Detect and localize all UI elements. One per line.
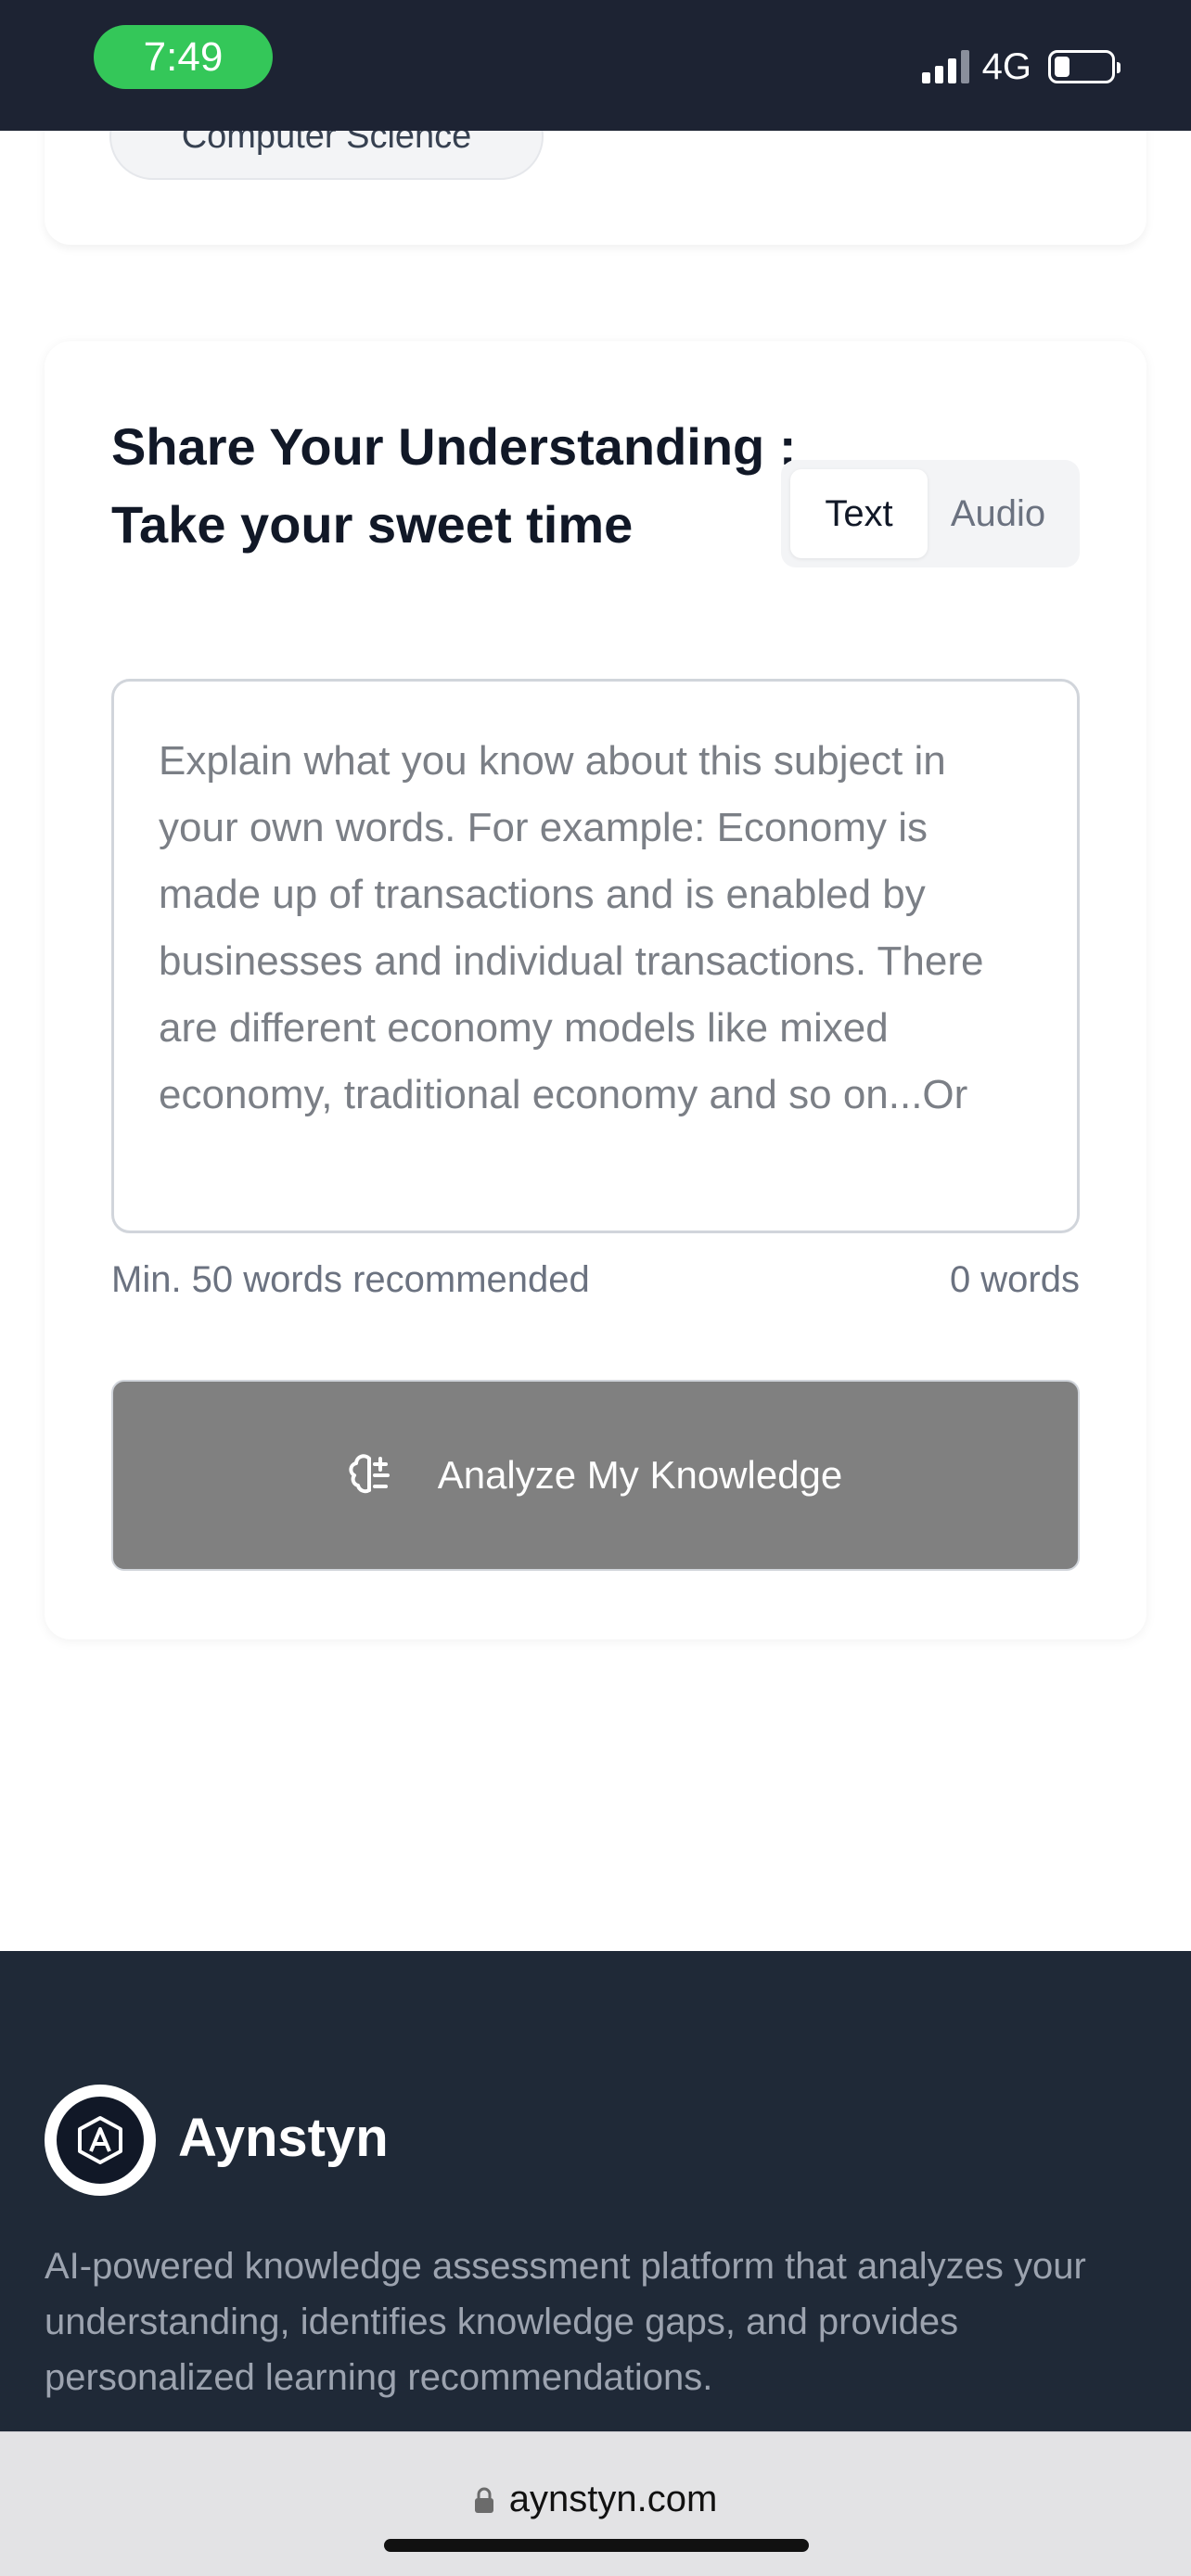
status-icons-overlay: 4G [921,43,1121,91]
url-display[interactable]: aynstyn.com [0,2479,1191,2520]
lock-icon [474,2486,494,2514]
browser-address-bar[interactable]: aynstyn.com [0,2431,1191,2576]
tab-audio[interactable]: Audio [928,469,1069,558]
aynstyn-logo-icon[interactable] [45,2085,156,2196]
status-time-pill[interactable]: 7:49 [94,25,273,89]
site-footer: Aynstyn AI-powered knowledge assessment … [0,1951,1191,2433]
tab-text[interactable]: Text [790,469,928,558]
cellular-signal-icon [921,50,969,83]
analyze-button-label: Analyze My Knowledge [437,1453,843,1497]
understanding-input[interactable] [111,679,1080,1233]
brain-icon [349,1451,393,1499]
home-indicator[interactable] [384,2539,809,2552]
word-count: 0 words [949,1259,1080,1300]
analyze-knowledge-button[interactable]: Analyze My Knowledge [111,1380,1080,1571]
brand-name[interactable]: Aynstyn [178,2107,389,2169]
card-title: Share Your Understanding : Take your swe… [111,417,797,554]
min-words-hint: Min. 50 words recommended [111,1259,590,1300]
brand-description: AI-powered knowledge assessment platform… [45,2246,1086,2398]
status-bar-overlay: 7:49 4G [0,0,1191,131]
understanding-card: Share Your Understanding : Take your swe… [45,341,1146,1639]
network-type: 4G [981,45,1031,87]
battery-icon [1048,50,1121,83]
word-count-row: Min. 50 words recommended 0 words [111,1259,1080,1301]
input-mode-toggle: Text Audio [781,460,1080,567]
url-text: aynstyn.com [508,2479,718,2519]
